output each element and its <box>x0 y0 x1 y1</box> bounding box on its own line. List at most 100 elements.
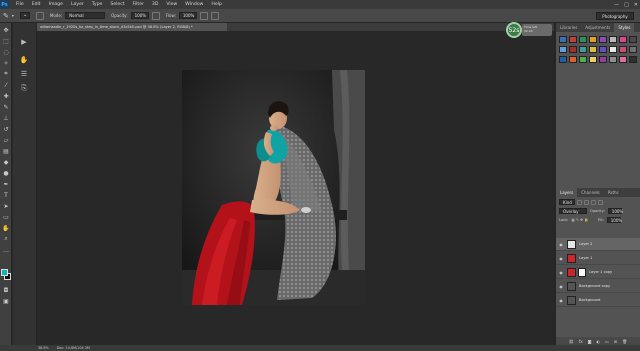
quick-select-tool-icon[interactable]: ✧ <box>2 59 10 67</box>
gradient-tool-icon[interactable]: ▤ <box>2 147 10 155</box>
menu-help[interactable]: Help <box>207 2 225 7</box>
hand-tool-icon[interactable]: ✋ <box>2 224 10 232</box>
menu-view[interactable]: View <box>162 2 181 7</box>
zoom-level[interactable]: 38.8% <box>38 346 49 350</box>
type-tool-icon[interactable]: T <box>2 191 10 199</box>
lock-icon[interactable]: ▦ ✎ ✥ 🔒 <box>571 218 588 222</box>
add-mask-icon[interactable]: ◙ <box>588 339 592 344</box>
style-swatch[interactable] <box>629 56 637 63</box>
maximize-button[interactable]: □ <box>624 2 629 8</box>
delete-layer-icon[interactable]: 🗑 <box>622 339 627 344</box>
pressure-size-icon[interactable] <box>210 11 219 20</box>
visibility-eye-icon[interactable]: ◉ <box>558 270 564 275</box>
style-swatch[interactable] <box>609 56 617 63</box>
clone-source-icon[interactable]: ⎘ <box>19 83 29 93</box>
menu-file[interactable]: File <box>12 2 28 7</box>
style-swatch[interactable] <box>569 56 577 63</box>
color-swatches[interactable] <box>1 269 11 281</box>
layer-row[interactable]: ◉ Background copy <box>556 280 640 293</box>
tab-channels[interactable]: Channels <box>577 188 604 197</box>
style-swatch[interactable] <box>579 56 587 63</box>
fill-input[interactable]: 100% <box>606 217 622 223</box>
layer-row[interactable]: ◉ Layer 2 <box>556 238 640 251</box>
workspace-select[interactable]: Photography <box>596 12 634 20</box>
menu-window[interactable]: Window <box>181 2 207 7</box>
document-canvas-image[interactable] <box>182 70 365 305</box>
style-swatch[interactable] <box>629 36 637 43</box>
zoom-tool-icon[interactable]: ⌕ <box>2 235 10 243</box>
path-selection-tool-icon[interactable]: ➤ <box>2 202 10 210</box>
filter-shape-icon[interactable] <box>598 199 603 205</box>
brush-panel-toggle[interactable] <box>35 11 44 20</box>
brush-size-picker[interactable]: • <box>19 12 30 19</box>
style-swatch[interactable] <box>559 56 567 63</box>
style-swatch[interactable] <box>569 36 577 43</box>
style-swatch[interactable] <box>619 36 627 43</box>
link-layers-icon[interactable]: ⛓ <box>569 339 574 344</box>
menu-layer[interactable]: Layer <box>67 2 88 7</box>
lasso-tool-icon[interactable]: ◌ <box>2 48 10 56</box>
move-tool-icon[interactable]: ✥ <box>2 26 10 34</box>
crop-tool-icon[interactable]: ⌗ <box>2 70 10 78</box>
layer-row[interactable]: ◉ Layer 1 copy <box>556 266 640 279</box>
opacity-input[interactable]: 100% <box>130 12 149 19</box>
visibility-eye-icon[interactable]: ◉ <box>558 256 564 261</box>
layer-row[interactable]: ◉ Background <box>556 294 640 307</box>
flow-input[interactable]: 100% <box>178 12 197 19</box>
tab-adjustments[interactable]: Adjustments <box>581 23 614 32</box>
foreground-color-swatch[interactable] <box>1 269 8 276</box>
layer-mask-thumbnail[interactable] <box>578 267 586 277</box>
menu-type[interactable]: Type <box>88 2 107 7</box>
style-swatch[interactable] <box>579 36 587 43</box>
visibility-eye-icon[interactable]: ◉ <box>558 298 564 303</box>
filter-pixel-icon[interactable] <box>577 199 582 205</box>
menu-3d[interactable]: 3D <box>148 2 162 7</box>
eraser-tool-icon[interactable]: ▱ <box>2 136 10 144</box>
menu-edit[interactable]: Edit <box>28 2 45 7</box>
style-swatch[interactable] <box>559 46 567 53</box>
layer-style-icon[interactable]: fx <box>579 339 583 344</box>
style-swatch[interactable] <box>599 36 607 43</box>
style-swatch[interactable] <box>569 46 577 53</box>
style-swatch[interactable] <box>589 36 597 43</box>
visibility-eye-icon[interactable]: ◉ <box>558 284 564 289</box>
style-swatch[interactable] <box>599 46 607 53</box>
filter-adjust-icon[interactable] <box>584 199 589 205</box>
document-tab[interactable]: wiliamsadie_r_1920s_bz_step_in_time_stoc… <box>37 23 227 31</box>
style-swatch[interactable] <box>559 36 567 43</box>
style-swatch[interactable] <box>589 46 597 53</box>
pressure-opacity-icon[interactable] <box>151 11 160 20</box>
brush-presets-icon[interactable]: ☰ <box>19 69 29 79</box>
history-panel-icon[interactable]: ▶ <box>19 37 29 47</box>
history-brush-tool-icon[interactable]: ↺ <box>2 125 10 133</box>
clone-stamp-tool-icon[interactable]: ⊥ <box>2 114 10 122</box>
layer-kind-filter[interactable]: Kind <box>559 199 575 205</box>
adjustment-layer-icon[interactable]: ◐ <box>597 339 601 344</box>
healing-brush-tool-icon[interactable]: ✚ <box>2 92 10 100</box>
blend-mode-select[interactable]: Overlay <box>559 208 587 214</box>
style-swatch[interactable] <box>609 36 617 43</box>
tab-libraries[interactable]: Libraries <box>556 23 581 32</box>
quick-mask-icon[interactable]: ◘ <box>2 286 10 294</box>
style-swatch[interactable] <box>609 46 617 53</box>
tool-preset-picker[interactable]: ✎ ▾ <box>3 12 14 20</box>
style-swatch[interactable] <box>619 46 627 53</box>
style-swatch[interactable] <box>579 46 587 53</box>
tab-styles[interactable]: Styles <box>614 23 635 32</box>
mode-select[interactable]: Normal <box>65 12 106 19</box>
menu-filter[interactable]: Filter <box>129 2 148 7</box>
new-layer-icon[interactable]: ⊞ <box>614 339 617 344</box>
filter-type-icon[interactable] <box>591 199 596 205</box>
layer-row[interactable]: ◉ Layer 1 <box>556 252 640 265</box>
blur-tool-icon[interactable]: ◆ <box>2 158 10 166</box>
more-tools-icon[interactable]: … <box>2 246 10 254</box>
document-size[interactable]: Doc: 14.8M/104.3M <box>57 346 90 350</box>
style-swatch[interactable] <box>589 56 597 63</box>
layer-opacity-input[interactable]: 100% <box>607 208 623 214</box>
screen-mode-icon[interactable]: ▣ <box>2 297 10 305</box>
brush-panel-icon[interactable]: ✋ <box>19 55 29 65</box>
tab-paths[interactable]: Paths <box>604 188 623 197</box>
tab-layers[interactable]: Layers <box>556 188 578 197</box>
visibility-eye-icon[interactable]: ◉ <box>558 242 564 247</box>
style-swatch[interactable] <box>619 56 627 63</box>
